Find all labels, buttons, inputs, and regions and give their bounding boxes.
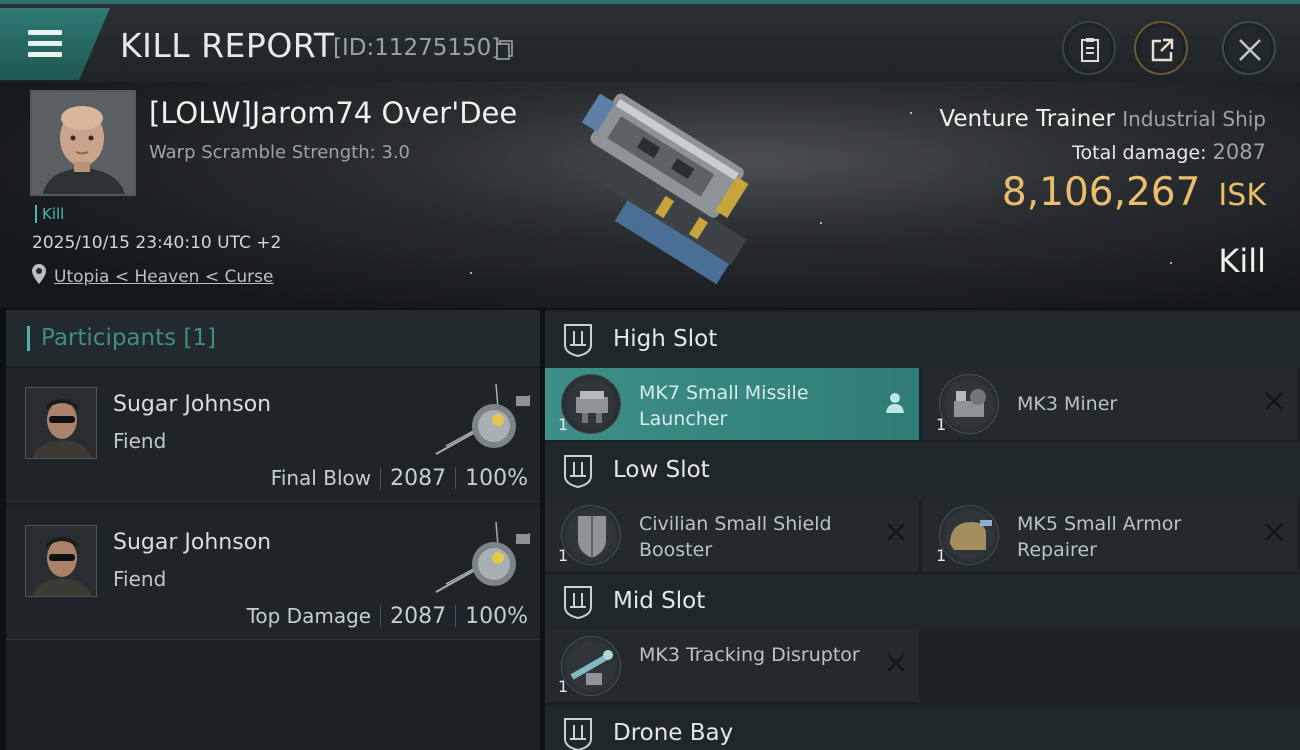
low-slot-header: Low Slot [545,443,1300,499]
module-quantity: 1 [558,677,569,696]
module-name: MK3 Miner [1017,393,1118,415]
low-slot-label: Low Slot [613,457,710,483]
participant-name: Sugar Johnson [113,392,272,417]
total-damage-label: Total damage: [1072,142,1207,164]
stat-divider [455,605,457,627]
participant-avatar-image [26,526,96,596]
isk-value: 8,106,267 ISK [1002,170,1266,215]
mid-slot-label: Mid Slot [613,588,706,614]
participant-percent: 100% [465,466,528,491]
module-quantity: 1 [936,415,947,434]
kill-summary: [LOLW]Jarom74 Over'Dee Warp Scramble Str… [0,82,1300,308]
armor-repairer-icon [939,505,999,565]
participant-percent: 100% [465,604,528,629]
participant-avatar [25,525,97,597]
module-item[interactable]: 1 MK5 Small Armor Repairer [923,499,1297,571]
module-item[interactable]: 1 MK7 Small Missile Launcher [545,368,919,440]
module-item[interactable]: 1 MK3 Tracking Disruptor [545,630,919,702]
header-accent [27,326,30,351]
kill-result: Kill [1218,242,1266,280]
participants-title: Participants [1] [41,325,216,351]
destroyed-icon [887,523,905,541]
victim-name[interactable]: [LOLW]Jarom74 Over'Dee [149,96,517,130]
participant-ship-icon [435,383,531,455]
copy-icon[interactable] [496,40,514,60]
destroyed-icon [1265,392,1283,410]
close-icon [1239,39,1261,61]
page-title: KILL REPORT [120,26,335,65]
drone-bay-icon [564,718,592,750]
location-pin-icon [32,264,46,284]
destroyed-icon [887,654,905,672]
participant-stats: Top Damage 2087 100% [247,604,528,629]
report-button[interactable] [1062,21,1116,75]
drone-bay-label: Drone Bay [613,720,734,746]
stat-divider [380,467,382,489]
participant-avatar-image [26,388,96,458]
participant-ship: Fiend [113,567,167,591]
stat-divider [455,467,457,489]
shield-booster-icon [561,505,621,565]
participant-avatar [25,387,97,459]
menu-button[interactable] [0,8,110,80]
module-quantity: 1 [558,546,569,565]
tracking-disruptor-icon [561,636,621,696]
clipboard-icon [1081,38,1099,62]
victim-portrait[interactable] [30,90,136,196]
person-icon[interactable] [885,392,905,414]
high-slot-header: High Slot [545,312,1300,368]
top-bar: KILL REPORT [ID:11275150] [0,0,1300,82]
ship-class: Industrial Ship [1122,107,1266,131]
participants-header: Participants [1] [6,310,540,366]
fitting-panel: High Slot 1 MK7 Small Missile Launcher 1… [545,310,1300,750]
module-name: MK3 Tracking Disruptor [639,644,860,666]
miner-icon [939,374,999,434]
total-damage-value: 2087 [1212,140,1266,164]
participant-ship: Fiend [113,429,167,453]
participant-ship-icon [435,521,531,593]
participant-card[interactable]: Sugar Johnson Fiend Top Damage 2087 100% [6,506,540,640]
mid-slot-icon [564,586,592,619]
module-item[interactable]: 1 MK3 Miner [923,368,1297,440]
participant-role: Final Blow [270,466,372,490]
mid-slot-header: Mid Slot [545,574,1300,630]
victim-ship-image [581,93,749,285]
kill-location-link[interactable]: Utopia < Heaven < Curse [54,267,273,287]
module-quantity: 1 [558,415,569,434]
victim-avatar-image [32,92,134,194]
module-item[interactable]: 1 Civilian Small Shield Booster [545,499,919,571]
close-button[interactable] [1222,21,1276,75]
participant-stats: Final Blow 2087 100% [271,466,528,491]
destroyed-icon [1265,523,1283,541]
ship-name-text: Venture Trainer [939,106,1115,132]
module-quantity: 1 [936,546,947,565]
kill-datetime: 2025/10/15 23:40:10 UTC +2 [32,233,282,253]
stat-divider [380,605,382,627]
participant-damage: 2087 [390,466,447,491]
participant-role: Top Damage [246,604,372,628]
total-damage: Total damage: 2087 [1072,140,1266,164]
high-slot-icon [564,324,592,357]
drone-bay-header: Drone Bay [545,706,1300,750]
report-id: [ID:11275150] [333,35,501,61]
participant-name: Sugar Johnson [113,530,272,555]
isk-amount: 8,106,267 [1001,170,1201,215]
module-name: MK7 Small Missile Launcher [639,382,809,430]
missile-launcher-icon [561,374,621,434]
high-slot-label: High Slot [613,326,718,352]
low-slot-icon [564,455,592,488]
victim-ship-name[interactable]: Venture Trainer Industrial Ship [939,106,1266,132]
module-name: Civilian Small Shield Booster [639,513,832,561]
participants-panel: Participants [1] Sugar Johnson Fiend Fin… [6,310,540,750]
kill-tag: Kill [35,205,64,223]
warp-scramble-strength: Warp Scramble Strength: 3.0 [149,142,411,163]
isk-unit: ISK [1218,178,1266,213]
module-name: MK5 Small Armor Repairer [1017,513,1182,561]
menu-icon [28,30,62,58]
share-icon [1151,38,1174,62]
participant-card[interactable]: Sugar Johnson Fiend Final Blow 2087 100% [6,368,540,502]
share-button[interactable] [1134,21,1188,75]
participant-damage: 2087 [390,604,447,629]
